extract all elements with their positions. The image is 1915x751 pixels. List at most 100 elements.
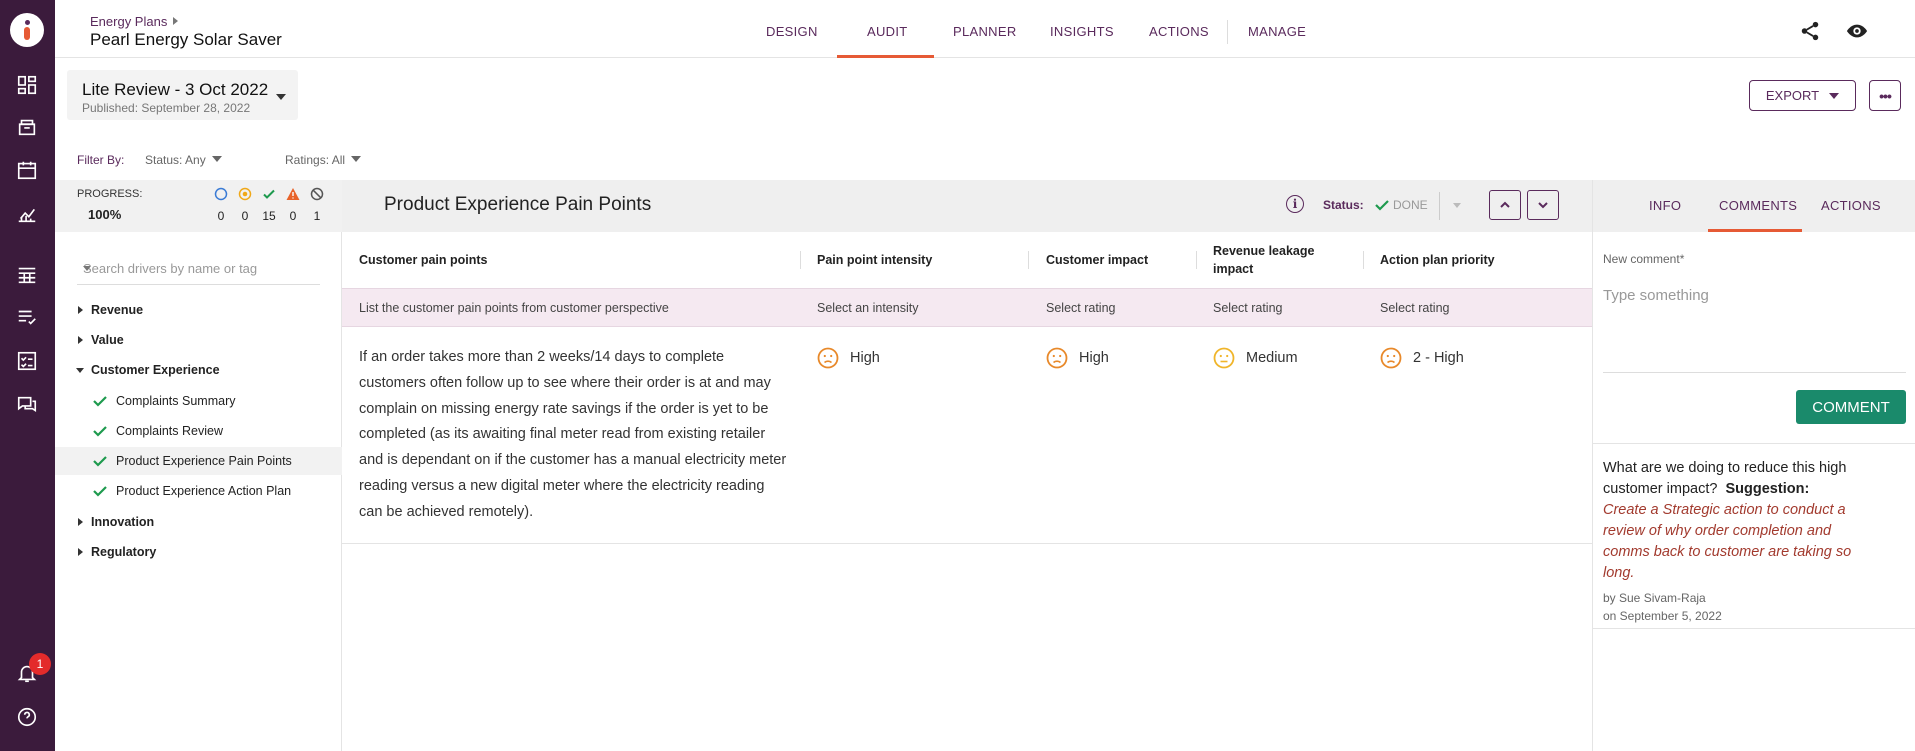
column-header: Action plan priority	[1380, 253, 1495, 267]
eye-icon[interactable]	[1846, 20, 1868, 42]
review-selector[interactable]: Lite Review - 3 Oct 2022 Published: Sept…	[67, 70, 298, 120]
driver-product-experience-action-plan[interactable]: Product Experience Action Plan	[55, 477, 342, 505]
not-started-icon	[214, 187, 228, 201]
driver-label: Product Experience Action Plan	[116, 484, 292, 498]
status-filter[interactable]: Status: Any	[145, 153, 222, 167]
driver-product-experience-pain-points[interactable]: Product Experience Pain Points	[55, 447, 342, 475]
next-driver-button[interactable]	[1527, 190, 1559, 220]
active-tab-indicator	[1708, 229, 1802, 232]
chevron-down-icon	[1538, 202, 1548, 209]
driver-complaints-summary[interactable]: Complaints Summary	[55, 387, 342, 415]
column-divider	[1028, 251, 1029, 269]
progress-panel: PROGRESS: 100% 0 0 15 0 1	[55, 180, 342, 232]
customer-impact-rating[interactable]: High	[1046, 347, 1109, 369]
hint-intensity: Select an intensity	[817, 301, 919, 315]
pain-point-text[interactable]: If an order takes more than 2 weeks/14 d…	[359, 345, 791, 526]
driver-complaints-review[interactable]: Complaints Review	[55, 417, 342, 445]
comment-meta: by Sue Sivam-Raja on September 5, 2022	[1603, 589, 1722, 625]
group-value[interactable]: Value	[55, 326, 342, 354]
task-icon[interactable]	[14, 348, 40, 374]
more-options-button[interactable]: •••	[1869, 80, 1901, 111]
dashboard-icon[interactable]	[14, 72, 40, 98]
group-label: Regulatory	[91, 545, 157, 559]
status-label: Status:	[1323, 198, 1364, 212]
unhappy-face-icon	[1046, 347, 1068, 369]
comment-suggestion: Create a Strategic action to conduct a r…	[1603, 502, 1852, 581]
checklist-icon[interactable]	[14, 304, 40, 330]
expand-arrow-icon	[78, 548, 83, 556]
previous-driver-button[interactable]	[1489, 190, 1521, 220]
nav-audit[interactable]: AUDIT	[867, 24, 908, 39]
tab-actions[interactable]: ACTIONS	[1821, 198, 1881, 213]
table-hint-row: List the customer pain points from custo…	[342, 288, 1592, 327]
tab-info[interactable]: INFO	[1649, 198, 1681, 213]
check-icon	[93, 426, 107, 437]
ratings-filter-label: Ratings: All	[285, 153, 346, 167]
calendar-icon[interactable]	[14, 157, 40, 183]
intensity-rating[interactable]: High	[817, 347, 880, 369]
count-done: 15	[262, 209, 276, 223]
count-in-progress: 0	[241, 209, 249, 223]
review-published: Published: September 28, 2022	[82, 101, 251, 115]
right-panel-tabs: INFO COMMENTS ACTIONS	[1593, 180, 1915, 232]
done-check-icon	[263, 189, 275, 199]
export-button[interactable]: EXPORT	[1749, 80, 1856, 111]
status-dropdown[interactable]: DONE	[1375, 198, 1428, 212]
app-logo[interactable]	[10, 13, 44, 47]
revenue-leakage-rating[interactable]: Medium	[1213, 347, 1298, 369]
info-icon[interactable]: i	[1286, 195, 1304, 213]
expand-arrow-icon	[78, 518, 83, 526]
table-row[interactable]: If an order takes more than 2 weeks/14 d…	[342, 327, 1592, 544]
table-icon[interactable]	[14, 262, 40, 288]
left-rail: 1	[0, 0, 55, 751]
breadcrumb-label[interactable]: Energy Plans	[90, 14, 167, 29]
share-icon[interactable]	[1799, 20, 1821, 42]
top-header: Energy Plans Pearl Energy Solar Saver DE…	[55, 0, 1915, 58]
nav-insights[interactable]: INSIGHTS	[1050, 24, 1114, 39]
count-warning: 0	[289, 209, 297, 223]
chart-icon[interactable]	[14, 201, 40, 227]
group-label: Innovation	[91, 515, 155, 529]
nav-design[interactable]: DESIGN	[766, 24, 818, 39]
tab-comments[interactable]: COMMENTS	[1719, 198, 1797, 213]
plan-title: Pearl Energy Solar Saver	[90, 30, 282, 49]
help-icon[interactable]	[14, 704, 40, 730]
nav-actions[interactable]: ACTIONS	[1149, 24, 1209, 39]
driver-search[interactable]: Search drivers by name or tag	[77, 253, 320, 285]
column-divider	[800, 251, 801, 269]
review-title: Lite Review - 3 Oct 2022	[82, 80, 269, 99]
check-icon	[1375, 200, 1389, 211]
group-label: Value	[91, 333, 124, 347]
chat-icon[interactable]	[14, 392, 40, 418]
group-label: Revenue	[91, 303, 144, 317]
nav-divider	[1227, 20, 1228, 44]
group-label: Customer Experience	[91, 363, 220, 377]
chevron-down-icon[interactable]	[1453, 203, 1461, 208]
search-input[interactable]: Search drivers by name or tag	[83, 261, 257, 276]
hint-customer-impact: Select rating	[1046, 301, 1116, 315]
comment-input[interactable]: Type something	[1603, 287, 1906, 373]
chevron-down-icon	[276, 94, 286, 100]
suggestion-label: Suggestion:	[1725, 481, 1810, 497]
unhappy-face-icon	[1380, 347, 1402, 369]
ratings-filter[interactable]: Ratings: All	[285, 153, 362, 167]
priority-rating[interactable]: 2 - High	[1380, 347, 1464, 369]
notification-badge: 1	[29, 653, 51, 675]
chevron-down-icon[interactable]	[83, 266, 91, 271]
group-innovation[interactable]: Innovation	[55, 508, 342, 536]
collapse-arrow-icon	[76, 368, 84, 373]
breadcrumb[interactable]: Energy Plans	[90, 14, 179, 29]
group-customer-experience[interactable]: Customer Experience	[55, 356, 342, 384]
hint-pain-points: List the customer pain points from custo…	[359, 301, 669, 315]
nav-manage[interactable]: MANAGE	[1248, 24, 1306, 39]
inbox-icon[interactable]	[14, 114, 40, 140]
group-revenue[interactable]: Revenue	[55, 296, 342, 324]
comment-date: on September 5, 2022	[1603, 609, 1722, 623]
chevron-down-icon	[1829, 92, 1840, 99]
comment-button[interactable]: COMMENT	[1796, 390, 1906, 424]
nav-planner[interactable]: PLANNER	[953, 24, 1017, 39]
rating-value: Medium	[1246, 350, 1298, 366]
column-header: Pain point intensity	[817, 253, 933, 267]
group-regulatory[interactable]: Regulatory	[55, 538, 342, 566]
chevron-down-icon	[351, 156, 362, 162]
